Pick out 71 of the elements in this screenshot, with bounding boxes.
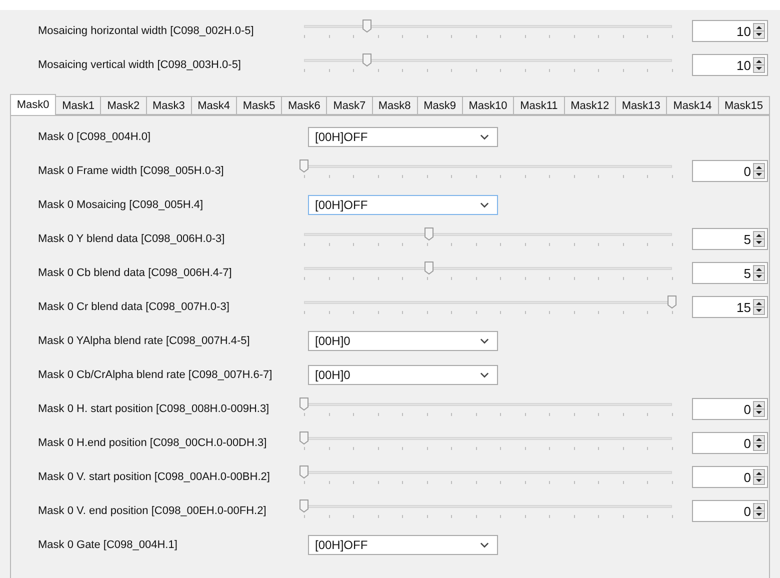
dropdown[interactable]: [00H]OFF: [308, 195, 498, 215]
spin-field[interactable]: 10: [692, 54, 768, 76]
chevron-down-icon: [480, 372, 489, 378]
slider-thumb[interactable]: [299, 499, 309, 513]
chevron-down-icon: [480, 202, 489, 208]
slider-thumb[interactable]: [424, 227, 434, 241]
spin-field[interactable]: 0: [692, 398, 768, 420]
spin-field[interactable]: 0: [692, 432, 768, 454]
tab[interactable]: Mask3: [146, 96, 192, 115]
setting-label: Mask 0 V. end position [C098_00EH.0-00FH.2]: [38, 505, 268, 517]
slider-thumb[interactable]: [362, 53, 372, 67]
slider-thumb[interactable]: [299, 465, 309, 479]
spin-arrows-icon[interactable]: [753, 231, 765, 247]
dropdown[interactable]: [00H]0: [308, 331, 498, 351]
setting-label: Mosaicing horizontal width [C098_002H.0-5]: [38, 25, 255, 37]
tab[interactable]: Mask11: [514, 96, 565, 115]
setting-label: Mask 0 [C098_004H.0]: [38, 131, 152, 143]
spin-arrows-icon[interactable]: [753, 163, 765, 179]
spin-arrows-icon[interactable]: [753, 401, 765, 417]
spin-arrows-icon[interactable]: [753, 435, 765, 451]
setting-label: Mask 0 H.end position [C098_00CH.0-00DH.3]: [38, 437, 268, 449]
spin-field[interactable]: 0: [692, 500, 768, 522]
tab[interactable]: Mask0: [10, 94, 56, 115]
spin-arrows-icon[interactable]: [753, 265, 765, 281]
setting-label: Mask 0 Cb blend data [C098_006H.4-7]: [38, 267, 233, 279]
setting-label: Mask 0 H. start position [C098_008H.0-009H.3]: [38, 403, 270, 415]
spin-arrows-icon[interactable]: [753, 57, 765, 73]
spin-arrows-icon[interactable]: [753, 23, 765, 39]
chevron-down-icon: [480, 134, 489, 140]
setting-label: Mosaicing vertical width [C098_003H.0-5]: [38, 59, 242, 71]
slider-thumb[interactable]: [362, 19, 372, 33]
spin-field[interactable]: 5: [692, 262, 768, 284]
spin-arrows-icon[interactable]: [753, 469, 765, 485]
dropdown[interactable]: [00H]OFF: [308, 535, 498, 555]
slider-thumb[interactable]: [299, 159, 309, 173]
setting-label: Mask 0 YAlpha blend rate [C098_007H.4-5]: [38, 335, 251, 347]
spin-arrows-icon[interactable]: [753, 503, 765, 519]
tab[interactable]: Mask8: [372, 96, 418, 115]
dropdown[interactable]: [00H]0: [308, 365, 498, 385]
setting-label: Mask 0 Gate [C098_004H.1]: [38, 539, 178, 551]
slider-thumb[interactable]: [667, 295, 677, 309]
setting-label: Mask 0 Cr blend data [C098_007H.0-3]: [38, 301, 230, 313]
spin-field[interactable]: 0: [692, 160, 768, 182]
spin-arrows-icon[interactable]: [753, 299, 765, 315]
spin-field[interactable]: 5: [692, 228, 768, 250]
slider-thumb[interactable]: [299, 397, 309, 411]
dropdown[interactable]: [00H]OFF: [308, 127, 498, 147]
chevron-down-icon: [480, 338, 489, 344]
tab[interactable]: Mask6: [282, 96, 328, 115]
tab[interactable]: Mask4: [192, 96, 237, 115]
tab[interactable]: Mask7: [327, 96, 372, 115]
setting-label: Mask 0 Mosaicing [C098_005H.4]: [38, 199, 204, 211]
setting-label: Mask 0 V. start position [C098_00AH.0-00BH.2]: [38, 471, 271, 483]
tab[interactable]: Mask12: [564, 96, 616, 115]
tab[interactable]: Mask1: [56, 96, 102, 115]
slider-thumb[interactable]: [299, 431, 309, 445]
setting-label: Mask 0 Y blend data [C098_006H.0-3]: [38, 233, 226, 245]
setting-label: Mask 0 Frame width [C098_005H.0-3]: [38, 165, 225, 177]
setting-label: Mask 0 Cb/CrAlpha blend rate [C098_007H.6-7]: [38, 369, 274, 381]
tab[interactable]: Mask14: [667, 96, 719, 115]
chevron-down-icon: [480, 542, 489, 548]
tab[interactable]: Mask13: [616, 96, 668, 115]
tab[interactable]: Mask9: [418, 96, 463, 115]
spin-field[interactable]: 0: [692, 466, 768, 488]
tab[interactable]: Mask15: [718, 96, 770, 115]
spin-field[interactable]: 15: [692, 296, 768, 318]
tab[interactable]: Mask5: [236, 96, 282, 115]
tab[interactable]: Mask10: [462, 96, 514, 115]
slider-thumb[interactable]: [424, 261, 434, 275]
spin-field[interactable]: 10: [692, 20, 768, 42]
tab[interactable]: Mask2: [101, 96, 147, 115]
